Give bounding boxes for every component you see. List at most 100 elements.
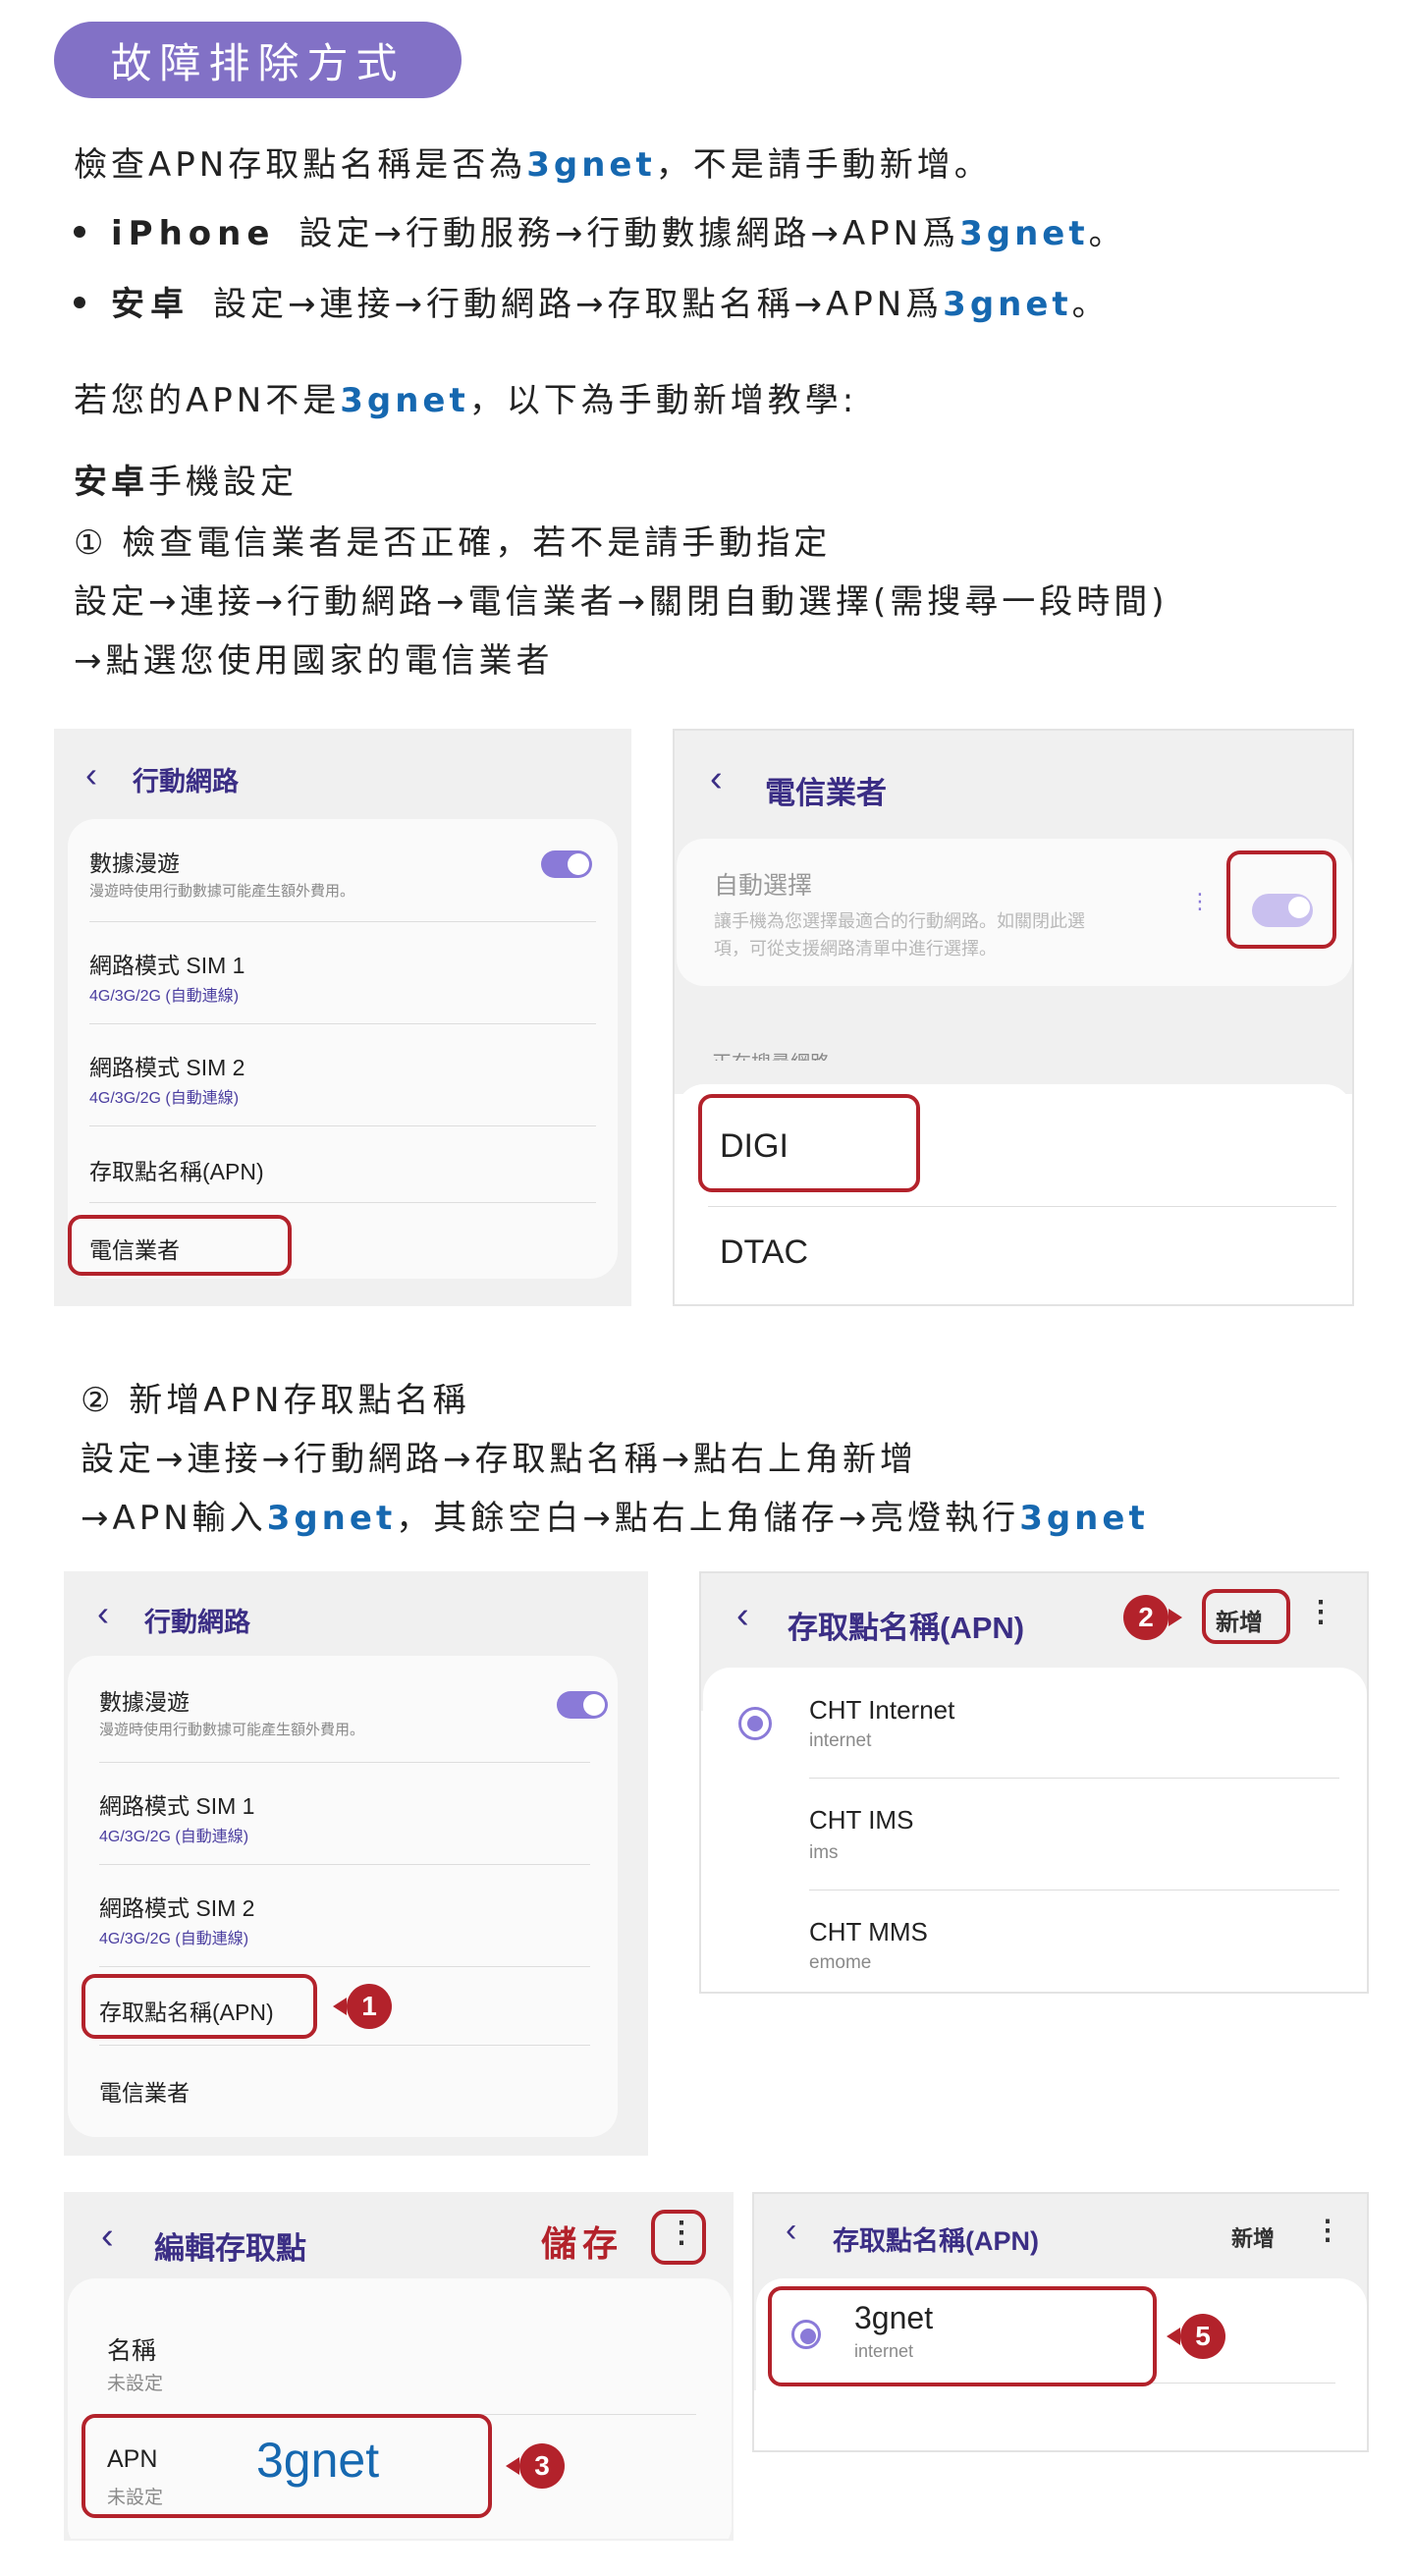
apn-item[interactable]: 存取點名稱(APN) bbox=[89, 1153, 264, 1186]
radio-selected-icon[interactable] bbox=[738, 1707, 772, 1740]
apn-item-name[interactable]: CHT IMS bbox=[809, 1805, 913, 1836]
loading-dots-icon: ⋮ bbox=[1189, 890, 1211, 914]
marker-arrow bbox=[333, 1998, 347, 2015]
network-option-dtac[interactable]: DTAC bbox=[720, 1233, 808, 1272]
intro-text: ，以下為手動新增教學: bbox=[468, 381, 858, 420]
step1-path-2: →點選您使用國家的電信業者 bbox=[74, 641, 554, 681]
bullet-text: 。 bbox=[1071, 285, 1110, 324]
screen-title: 存取點名稱(APN) bbox=[788, 1611, 1025, 1645]
divider bbox=[89, 921, 596, 922]
divider bbox=[99, 1864, 590, 1865]
sim1-title[interactable]: 網路模式 SIM 1 bbox=[99, 1787, 254, 1821]
highlight-box bbox=[82, 2414, 492, 2518]
screen-apn-list: ‹ 存取點名稱(APN) 2 新增 ⋮ CHT Internet interne… bbox=[699, 1571, 1369, 1994]
sim1-sub: 4G/3G/2G (自動連線) bbox=[99, 1829, 249, 1845]
roaming-title: 數據漫遊 bbox=[89, 850, 180, 876]
back-chevron-icon[interactable]: ‹ bbox=[97, 1593, 109, 1634]
marker-arrow bbox=[1167, 2328, 1180, 2345]
step-text: ，其餘空白→點右上角儲存→亮燈執行 bbox=[396, 1499, 1020, 1538]
bullet-label: iPhone bbox=[111, 214, 276, 253]
highlight-3gnet: 3gnet bbox=[943, 285, 1072, 324]
divider bbox=[89, 1125, 596, 1126]
intro-text: 若您的APN不是 bbox=[74, 381, 341, 420]
highlight-box bbox=[1202, 1589, 1290, 1644]
bullet-label: 安卓 bbox=[111, 285, 190, 324]
settings-card: 數據漫遊 漫遊時使用行動數據可能產生額外費用。 網路模式 SIM 1 4G/3G… bbox=[68, 819, 618, 1279]
auto-select-title: 自動選擇 bbox=[714, 872, 813, 900]
android-heading: 安卓手機設定 bbox=[74, 455, 298, 503]
screen-title: 行動網路 bbox=[144, 1608, 250, 1637]
carrier-item[interactable]: 電信業者 bbox=[99, 2074, 190, 2108]
toggle-switch-icon[interactable] bbox=[541, 850, 592, 878]
highlight-3gnet: 3gnet bbox=[266, 1499, 397, 1538]
sim2-title[interactable]: 網路模式 SIM 2 bbox=[89, 1049, 245, 1082]
bullet-text: 。 bbox=[1088, 214, 1126, 253]
roaming-desc: 漫遊時使用行動數據可能產生額外費用。 bbox=[89, 883, 355, 900]
intro-text: 檢查APN存取點名稱是否為 bbox=[74, 145, 527, 185]
divider bbox=[708, 1206, 1336, 1207]
highlight-box bbox=[82, 1974, 317, 2039]
sim2-sub: 4G/3G/2G (自動連線) bbox=[99, 1931, 249, 1947]
toggle-switch-icon[interactable] bbox=[557, 1691, 608, 1719]
back-chevron-icon[interactable]: ‹ bbox=[710, 758, 723, 800]
apn-list-card: CHT Internet internet CHT IMS ims CHT MM… bbox=[703, 1668, 1367, 1982]
apn-item-value: internet bbox=[809, 1730, 872, 1751]
marker-arrow bbox=[506, 2457, 519, 2475]
back-chevron-icon[interactable]: ‹ bbox=[85, 754, 97, 795]
name-label[interactable]: 名稱 bbox=[107, 2331, 156, 2367]
step1-path-1: 設定→連接→行動網路→電信業者→關閉自動選擇(需搜尋一段時間) bbox=[74, 582, 1169, 622]
step-marker-5: 5 bbox=[1180, 2314, 1225, 2359]
section-title: 故障排除方式 bbox=[54, 22, 462, 98]
sim2-sub: 4G/3G/2G (自動連線) bbox=[89, 1090, 240, 1107]
highlight-box bbox=[698, 1094, 920, 1192]
screen-mobile-network: ‹ 行動網路 數據漫遊 漫遊時使用行動數據可能產生額外費用。 網路模式 SIM … bbox=[54, 729, 631, 1306]
divider bbox=[89, 1023, 596, 1024]
more-vert-icon[interactable]: ⋮ bbox=[1314, 2214, 1341, 2246]
settings-card: 數據漫遊 漫遊時使用行動數據可能產生額外費用。 網路模式 SIM 1 4G/3G… bbox=[68, 1656, 618, 2137]
save-button[interactable]: 儲存 bbox=[541, 2216, 624, 2267]
bullet-iphone: iPhone 設定→行動服務→行動數據網路→APN爲3gnet。 bbox=[74, 206, 1126, 254]
sim1-sub: 4G/3G/2G (自動連線) bbox=[89, 988, 240, 1005]
step-marker-3: 3 bbox=[519, 2443, 565, 2489]
back-chevron-icon[interactable]: ‹ bbox=[786, 2212, 796, 2250]
step-text: →APN輸入 bbox=[81, 1499, 267, 1538]
step1-title: ① 檢查電信業者是否正確，若不是請手動指定 bbox=[74, 523, 832, 563]
intro-text: ，不是請手動新增。 bbox=[655, 145, 992, 185]
step-marker-1: 1 bbox=[347, 1984, 392, 2029]
apn-item-value: emome bbox=[809, 1952, 872, 1973]
bullet-text: 設定→連接→行動網路→存取點名稱→APN爲 bbox=[213, 285, 944, 324]
screen-mobile-network-2: ‹ 行動網路 數據漫遊 漫遊時使用行動數據可能產生額外費用。 網路模式 SIM … bbox=[64, 1571, 648, 2156]
sim2-title[interactable]: 網路模式 SIM 2 bbox=[99, 1890, 254, 1923]
more-vert-icon[interactable]: ⋮ bbox=[1306, 1595, 1335, 1629]
auto-select-desc-2: 項，可從支援網路清單中進行選擇。 bbox=[714, 939, 997, 959]
divider bbox=[99, 1966, 590, 1967]
step2-path-2: →APN輸入3gnet，其餘空白→點右上角儲存→亮燈執行3gnet bbox=[81, 1491, 1149, 1539]
add-button[interactable]: 新增 bbox=[1231, 2221, 1275, 2253]
bullet-icon bbox=[74, 296, 85, 308]
divider bbox=[99, 1762, 590, 1763]
screen-title: 電信業者 bbox=[765, 776, 887, 810]
back-chevron-icon[interactable]: ‹ bbox=[101, 2216, 114, 2258]
apn-item-name[interactable]: CHT MMS bbox=[809, 1917, 928, 1947]
screen-title: 行動網路 bbox=[133, 767, 239, 796]
back-chevron-icon[interactable]: ‹ bbox=[736, 1595, 749, 1637]
bullet-icon bbox=[74, 225, 85, 238]
highlight-box bbox=[1226, 850, 1336, 949]
roaming-desc: 漫遊時使用行動數據可能產生額外費用。 bbox=[99, 1722, 365, 1738]
heading-bold: 安卓 bbox=[74, 463, 148, 502]
highlight-3gnet: 3gnet bbox=[959, 214, 1089, 253]
sim1-title[interactable]: 網路模式 SIM 1 bbox=[89, 947, 245, 980]
divider bbox=[89, 1202, 596, 1203]
highlight-box bbox=[68, 1215, 292, 1276]
heading-text: 手機設定 bbox=[148, 463, 298, 502]
highlight-box bbox=[651, 2210, 706, 2265]
marker-arrow bbox=[1169, 1609, 1182, 1626]
highlight-3gnet: 3gnet bbox=[526, 145, 656, 185]
divider bbox=[99, 2045, 590, 2046]
apn-item-name[interactable]: CHT Internet bbox=[809, 1695, 954, 1726]
step2-path-1: 設定→連接→行動網路→存取點名稱→點右上角新增 bbox=[81, 1440, 917, 1479]
intro-line-2: 若您的APN不是3gnet，以下為手動新增教學: bbox=[74, 373, 857, 421]
highlight-box bbox=[768, 2286, 1157, 2386]
screen-title: 存取點名稱(APN) bbox=[833, 2226, 1039, 2256]
bullet-text: 設定→行動服務→行動數據網路→APN爲 bbox=[299, 214, 960, 253]
